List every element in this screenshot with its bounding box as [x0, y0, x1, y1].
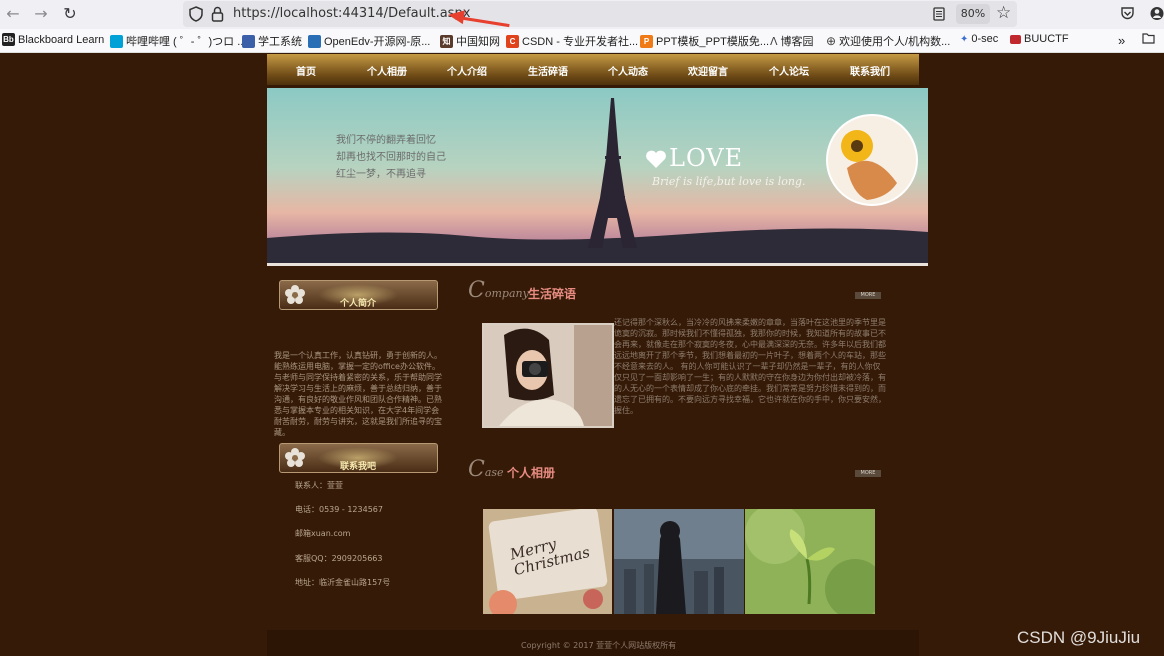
shield-icon[interactable]	[189, 6, 203, 22]
graduation-cap-icon	[242, 34, 255, 48]
cnki-icon: 知	[440, 34, 453, 48]
album-photo-christmas[interactable]: Merry Christmas	[483, 509, 612, 614]
contact-address: 地址：临沂金雀山路157号	[295, 578, 391, 587]
menu-item-news[interactable]: 个人动态	[608, 63, 648, 78]
bilibili-icon	[110, 34, 123, 48]
pocket-icon[interactable]	[1120, 6, 1135, 21]
life-more-button[interactable]: MORE	[855, 292, 881, 299]
intro-header-button[interactable]: 个人简介	[279, 280, 438, 310]
bookmark-label: 哔哩哔哩 ( ゜- ゜)つロ ...	[126, 36, 247, 48]
back-icon[interactable]: ←	[3, 4, 23, 24]
bookmark-item[interactable]: P PPT模板_PPT模版免...	[640, 33, 769, 49]
bookmark-item[interactable]: C CSDN - 专业开发者社...	[506, 33, 638, 49]
album-photo-city[interactable]	[614, 509, 744, 614]
openedv-icon	[308, 34, 321, 48]
blackboard-icon: Bb	[2, 33, 15, 46]
bookmark-label: PPT模板_PPT模版免...	[656, 36, 770, 48]
en-initial: C	[468, 278, 485, 303]
bookmark-label: OpenEdv-开源网-原...	[324, 36, 431, 48]
bookmark-item[interactable]: ✦ 0-sec	[960, 33, 998, 45]
bookmark-label: 0-sec	[971, 33, 999, 45]
zoom-level[interactable]: 80%	[956, 4, 990, 24]
contact-header-label: 联系我吧	[340, 462, 377, 472]
menu-item-message[interactable]: 欢迎留言	[688, 63, 728, 78]
love-subtitle: Brief is life,but love is long.	[652, 175, 806, 188]
reader-view-icon[interactable]	[933, 7, 945, 21]
csdn-watermark: CSDN @9JiuJiu	[1017, 628, 1141, 647]
en-rest: ompany	[484, 287, 529, 300]
buuctf-icon	[1010, 34, 1021, 44]
intro-header-label: 个人简介	[340, 299, 377, 309]
sprout-image	[745, 509, 875, 614]
contact-email: 邮箱xuan.com	[295, 529, 351, 538]
life-section-en-title: Company	[468, 278, 529, 303]
menu-item-contact[interactable]: 联系我们	[850, 63, 890, 78]
menu-item-life[interactable]: 生活碎语	[528, 63, 568, 78]
banner-poem-line: 红尘一梦，不再追寻	[336, 169, 426, 180]
contact-person: 联系人：萱萱	[295, 481, 343, 490]
bookmark-item[interactable]: 学工系统	[242, 33, 302, 49]
browser-toolbar: ← → ↻ https://localhost:44314/Default.as…	[0, 0, 1164, 29]
bookmark-label: CSDN - 专业开发者社...	[522, 36, 639, 48]
bookmark-item[interactable]: OpenEdv-开源网-原...	[308, 33, 430, 49]
globe-icon: ⊕	[826, 34, 837, 48]
bookmark-label: Blackboard Learn	[18, 33, 105, 46]
bookmark-item[interactable]: ⊕ 欢迎使用个人/机构数...	[826, 33, 950, 49]
bookmark-item[interactable]: 知 中国知网	[440, 33, 500, 49]
bookmark-star-icon[interactable]: ☆	[996, 3, 1011, 23]
footer-copyright: Copyright © 2017 萱萱个人网站版权所有	[521, 641, 677, 650]
bookmark-label: 学工系统	[258, 36, 302, 48]
album-section-title: 个人相册	[507, 466, 556, 480]
bookmark-item[interactable]: 哔哩哔哩 ( ゜- ゜)つロ ...	[110, 33, 246, 49]
forward-icon[interactable]: →	[31, 4, 51, 24]
menu-item-album[interactable]: 个人相册	[367, 63, 407, 78]
lock-icon[interactable]	[211, 6, 224, 22]
contact-phone: 电话：0539 - 1234567	[295, 505, 383, 514]
reload-icon[interactable]: ↻	[60, 4, 80, 24]
flower-icon	[285, 285, 305, 304]
banner-poem-line: 我们不停的翻弄着回忆	[336, 135, 436, 146]
bookmark-label: 中国知网	[456, 36, 500, 48]
camera-girl-image	[484, 325, 612, 426]
banner: 我们不停的翻弄着回忆 却再也找不回那时的自己 红尘一梦，不再追寻 LOVE Br…	[267, 88, 928, 266]
en-initial: C	[468, 457, 485, 482]
menu-item-forum[interactable]: 个人论坛	[769, 63, 809, 78]
url-text[interactable]: https://localhost:44314/Default.aspx	[233, 6, 470, 21]
flower-icon	[285, 448, 305, 467]
bookmarks-bar: Bb Blackboard Learn 哔哩哔哩 ( ゜- ゜)つロ ... 学…	[0, 29, 1164, 53]
en-rest: ase	[484, 466, 504, 479]
0sec-icon: ✦	[960, 33, 969, 45]
love-title: LOVE	[669, 144, 744, 172]
ppt-icon: P	[640, 34, 653, 48]
life-photo[interactable]	[482, 323, 614, 428]
web-page: 首页 个人相册 个人介绍 生活碎语 个人动态 欢迎留言 个人论坛 联系我们 我们…	[0, 54, 1164, 656]
red-arrow-head	[447, 7, 465, 25]
life-section-title: 生活碎语	[528, 287, 577, 301]
intro-text: 我是一个认真工作，认真钻研，勇于创新的人。能熟练运用电脑，掌握一定的office…	[274, 351, 442, 437]
bookmark-item[interactable]: Bb Blackboard Learn	[2, 33, 104, 46]
csdn-icon: C	[506, 34, 519, 48]
menu-item-intro[interactable]: 个人介绍	[447, 63, 487, 78]
menu-item-home[interactable]: 首页	[296, 63, 316, 78]
account-icon[interactable]	[1150, 6, 1164, 21]
album-photo-sprout[interactable]	[745, 509, 875, 614]
bookmark-item[interactable]: ᐱ 博客园	[770, 33, 814, 49]
folder-icon[interactable]	[1142, 33, 1155, 44]
album-more-button[interactable]: MORE	[855, 470, 881, 477]
life-text: 还记得那个深秋么，当冷冷的风拂来柔嫩的章章，当落叶在这池里的季节里是诡寞的沉寂。…	[614, 318, 886, 415]
more-bookmarks-icon[interactable]: »	[1118, 33, 1125, 48]
bookmark-label: 欢迎使用个人/机构数...	[839, 36, 951, 48]
contact-header-button[interactable]: 联系我吧	[279, 443, 438, 473]
bookmark-label: 博客园	[780, 36, 814, 48]
main-menu: 首页 个人相册 个人介绍 生活碎语 个人动态 欢迎留言 个人论坛 联系我们	[267, 54, 919, 85]
contact-qq: 客服QQ：2909205663	[295, 554, 383, 563]
city-silhouette-image	[614, 509, 744, 614]
banner-poem-line: 却再也找不回那时的自己	[336, 152, 446, 163]
address-bar[interactable]: https://localhost:44314/Default.aspx 80%…	[183, 1, 1017, 27]
cnblogs-icon: ᐱ	[770, 35, 778, 48]
album-section-en-title: Case	[468, 457, 504, 482]
bookmark-label: BUUCTF	[1024, 33, 1069, 45]
bookmark-item[interactable]: BUUCTF	[1010, 33, 1069, 45]
heart-icon	[646, 150, 666, 168]
